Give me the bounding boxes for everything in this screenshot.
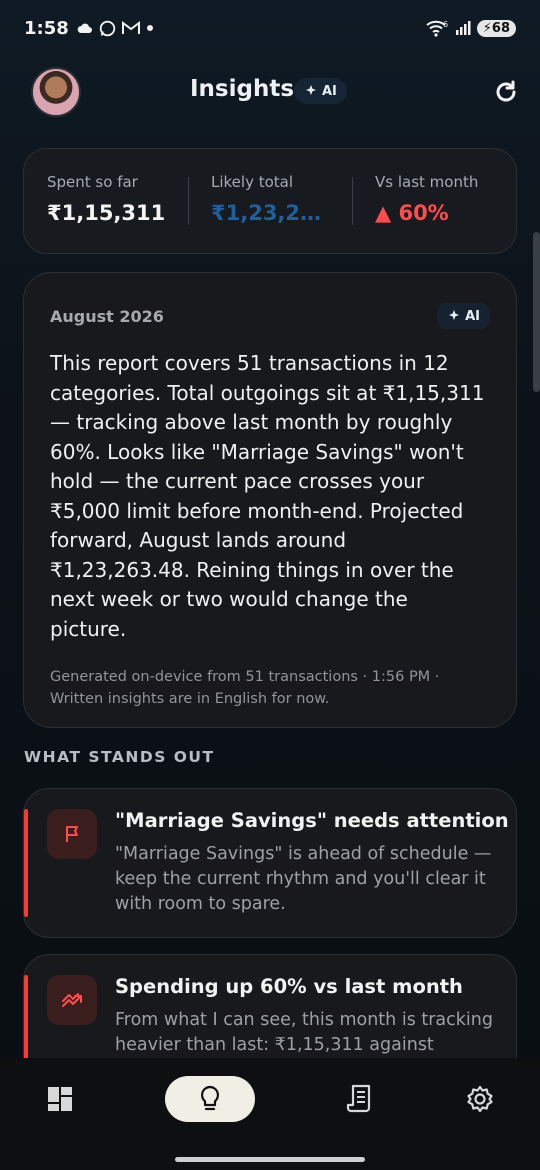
- ai-badge: AI: [437, 303, 490, 329]
- insight-card[interactable]: "Marriage Savings" needs attention "Marr…: [23, 788, 517, 938]
- ai-badge: AI: [294, 78, 347, 104]
- ai-badge-label: AI: [465, 308, 480, 324]
- report-body: This report covers 51 transactions in 12…: [50, 351, 485, 641]
- nav-dashboard[interactable]: [40, 1076, 80, 1122]
- insight-text: "Marriage Savings" is ahead of schedule …: [115, 844, 492, 914]
- stat-value: ₹1,23,263...: [211, 201, 333, 225]
- stat-spent-so-far: Spent so far ₹1,15,311: [24, 149, 188, 253]
- report-header: August 2026 AI: [50, 303, 490, 329]
- avatar[interactable]: [31, 67, 81, 117]
- dot-icon: [146, 25, 153, 31]
- settings-icon: [467, 1085, 493, 1113]
- bottom-navigation: [0, 1058, 540, 1170]
- insight-icon-box: [47, 809, 97, 859]
- stat-label: Spent so far: [47, 173, 138, 191]
- insight-icon-box: [47, 975, 97, 1025]
- battery-level: 68: [491, 20, 510, 36]
- nav-insights[interactable]: [165, 1076, 255, 1122]
- dashboard-icon: [48, 1087, 72, 1111]
- scrollbar[interactable]: [533, 232, 540, 392]
- lightbulb-icon: [200, 1085, 220, 1111]
- app-header: Insights AI: [0, 62, 540, 122]
- stat-value: ▲ 60%: [375, 201, 449, 225]
- sparkle-icon: [449, 310, 460, 320]
- report-footer: Generated on-device from 51 transactions…: [50, 669, 440, 707]
- stats-summary-card: Spent so far ₹1,15,311 Likely total ₹1,2…: [23, 148, 517, 254]
- insight-text: From what I can see, this month is track…: [115, 1010, 493, 1055]
- nav-settings[interactable]: [460, 1076, 500, 1122]
- home-indicator[interactable]: [175, 1157, 365, 1162]
- status-time: 1:58: [24, 17, 69, 39]
- refresh-icon: [496, 80, 516, 102]
- svg-text:6: 6: [443, 20, 448, 29]
- trending-up-icon: [62, 993, 82, 1007]
- stat-vs-last-month: Vs last month ▲ 60%: [352, 149, 516, 253]
- refresh-button[interactable]: [490, 76, 522, 108]
- battery-indicator: ⚡68: [476, 19, 516, 37]
- report-month: August 2026: [50, 306, 164, 326]
- system-icons: 6 ⚡68: [425, 19, 516, 37]
- whatsapp-icon: [99, 20, 115, 36]
- wifi-icon: 6: [426, 20, 448, 37]
- stat-label: Likely total: [211, 173, 294, 191]
- insight-title: "Marriage Savings" needs attention: [115, 809, 509, 832]
- section-heading: WHAT STANDS OUT: [24, 748, 215, 766]
- flag-icon: [66, 826, 78, 842]
- monthly-report-card: August 2026 AI This report covers 51 tra…: [23, 272, 517, 728]
- stat-likely-total: Likely total ₹1,23,263...: [188, 149, 352, 253]
- cloud-icon: [77, 23, 92, 33]
- sparkle-icon: [306, 85, 316, 95]
- ai-badge-label: AI: [322, 83, 337, 99]
- nav-transactions[interactable]: [340, 1076, 380, 1122]
- receipt-icon: [346, 1084, 371, 1113]
- stat-value: ₹1,15,311: [47, 201, 166, 225]
- insight-title: Spending up 60% vs last month: [115, 975, 463, 998]
- notification-icons: [77, 20, 154, 37]
- gmail-icon: [121, 21, 140, 34]
- signal-icon: [455, 21, 471, 35]
- page-title: Insights: [190, 76, 295, 102]
- status-bar: 1:58 6 ⚡68: [0, 0, 540, 56]
- stat-label: Vs last month: [375, 173, 479, 191]
- accent-bar: [24, 809, 28, 917]
